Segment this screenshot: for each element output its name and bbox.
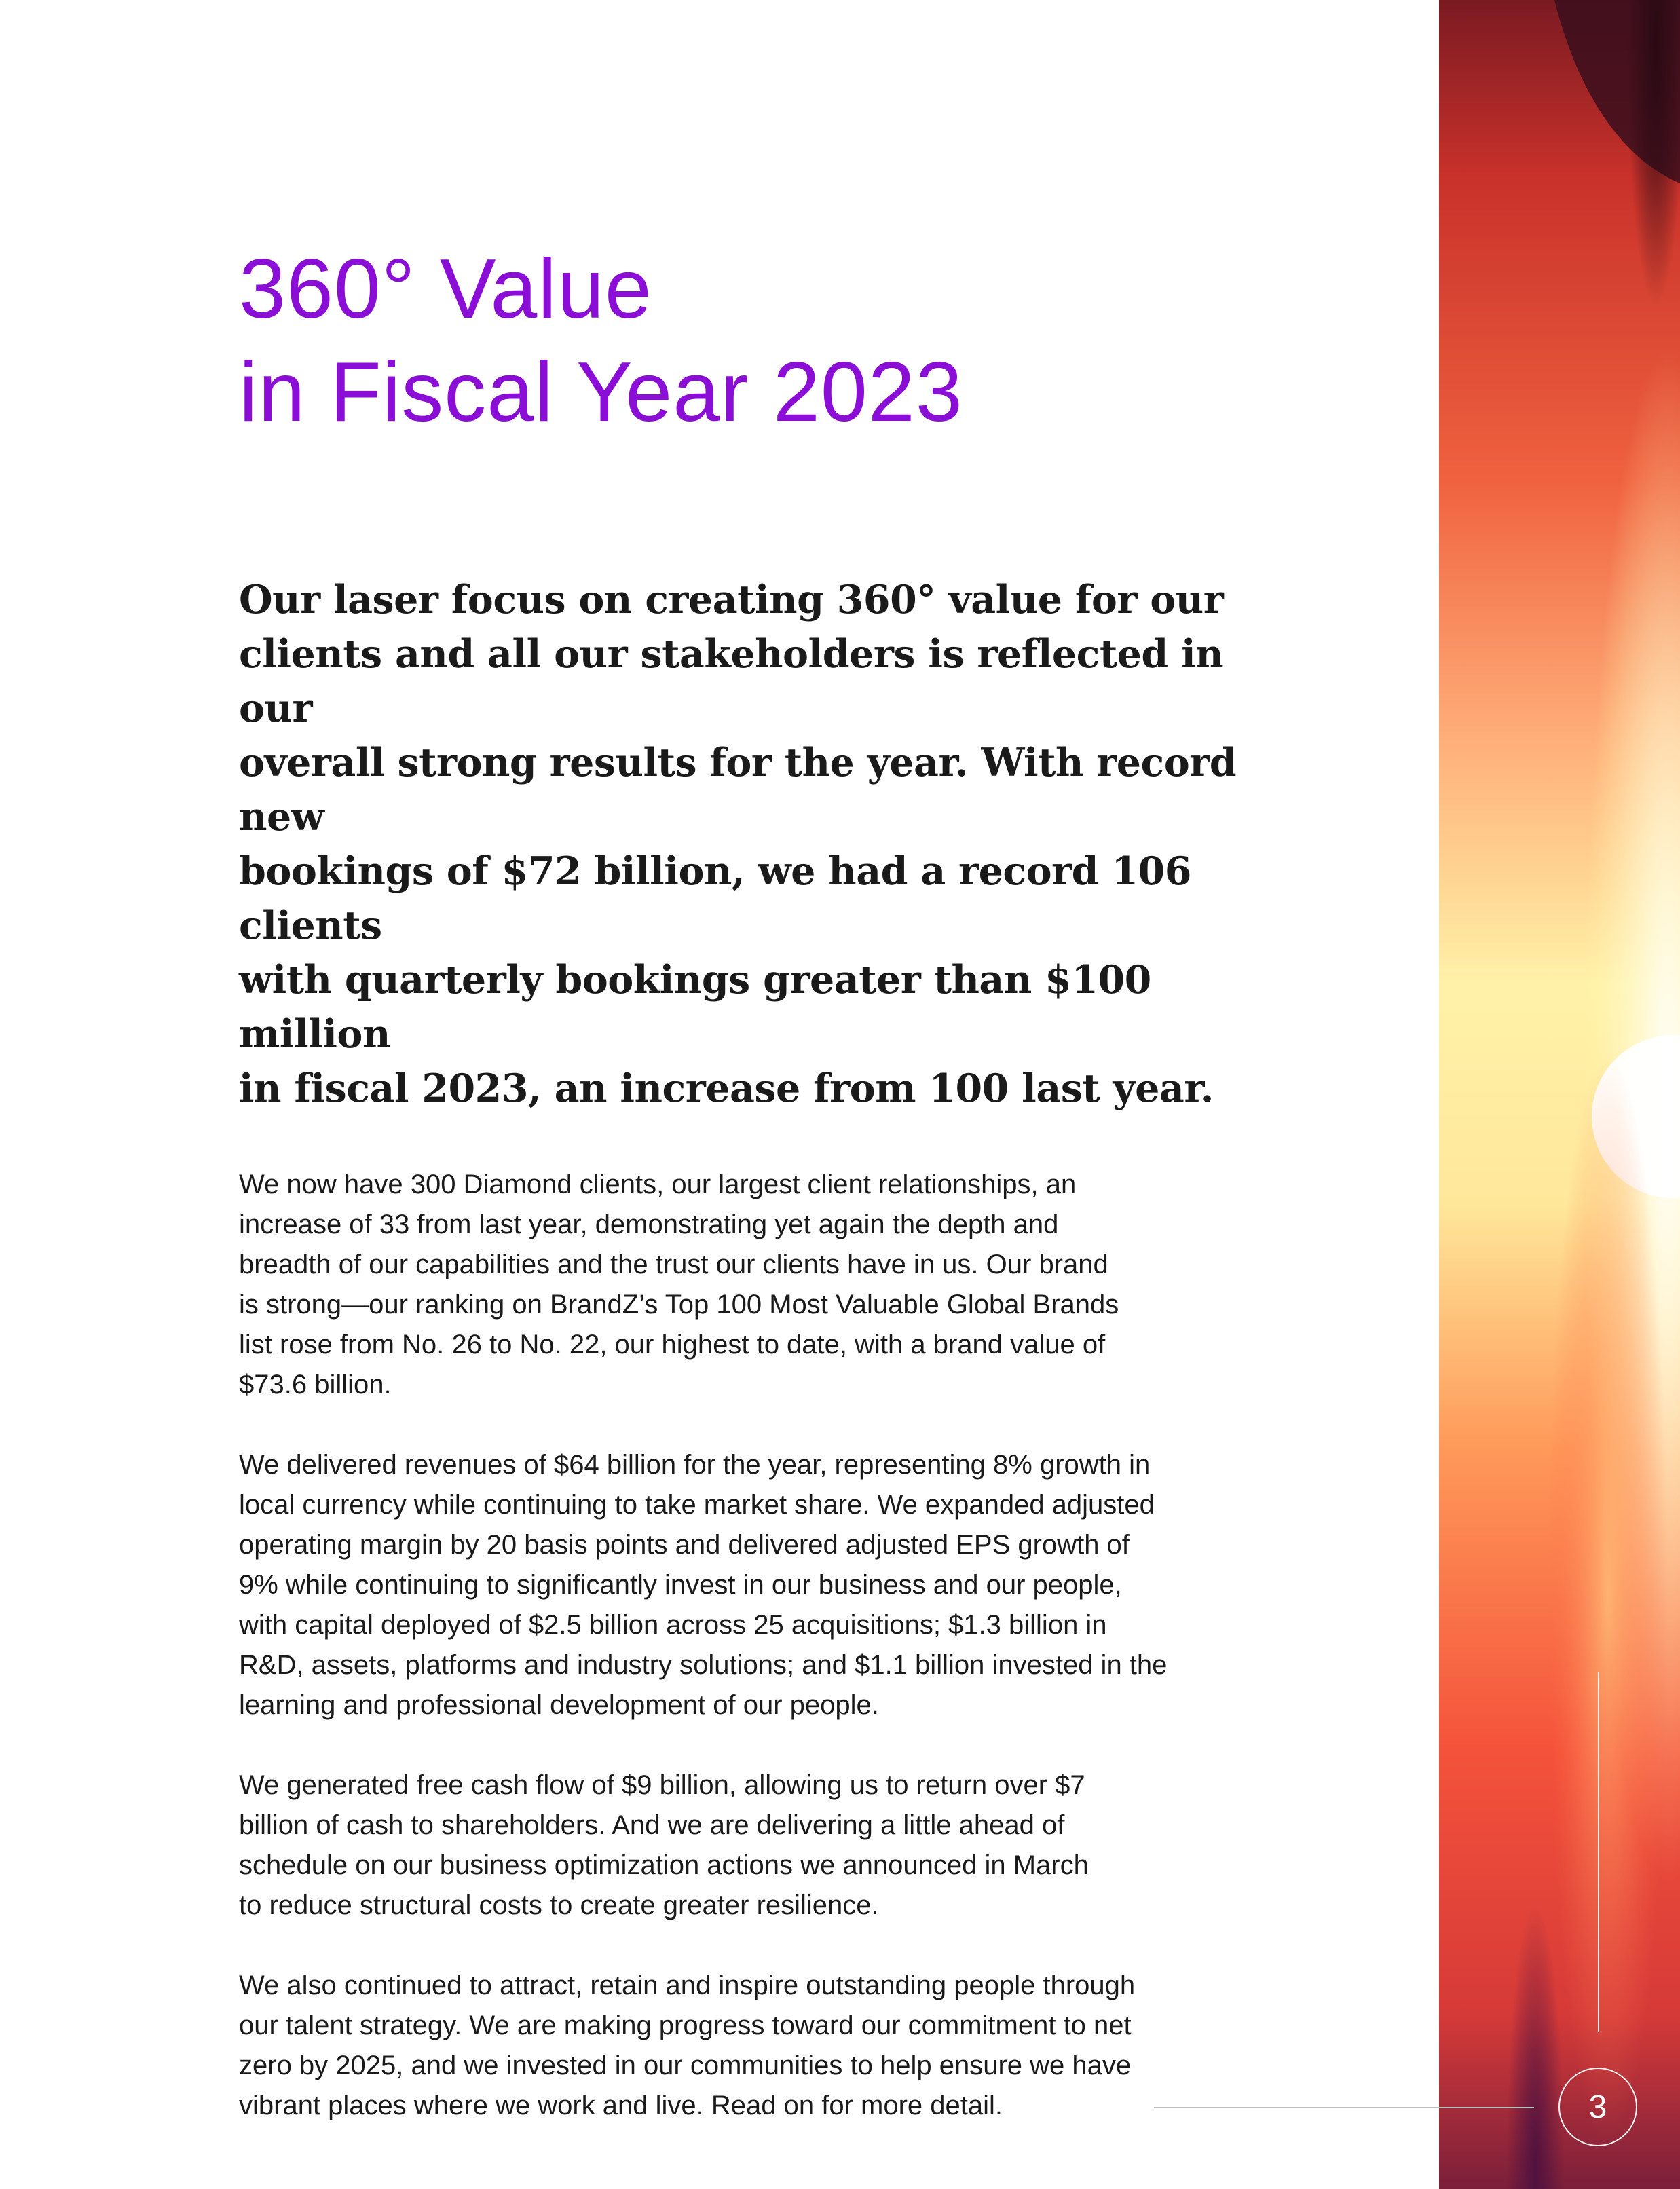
body-line: billion of cash to shareholders. And we …: [239, 1810, 1065, 1840]
body-paragraph-diamond-clients: We now have 300 Diamond clients, our lar…: [239, 1165, 1271, 1405]
lede-line: overall strong results for the year. Wit…: [239, 740, 1237, 840]
title-line: 360° Value: [239, 242, 652, 336]
body-line: increase of 33 from last year, demonstra…: [239, 1210, 1059, 1239]
body-paragraph-cash-flow: We generated free cash flow of $9 billio…: [239, 1765, 1271, 1926]
body-line: We also continued to attract, retain and…: [239, 1970, 1136, 2000]
body-line: We generated free cash flow of $9 billio…: [239, 1770, 1085, 1800]
body-paragraph-people: We also continued to attract, retain and…: [239, 1966, 1271, 2126]
lede-line: Our laser focus on creating 360° value f…: [239, 577, 1224, 622]
body-line: schedule on our business optimization ac…: [239, 1850, 1089, 1880]
abstract-light-image: [1439, 0, 1680, 2189]
lede-line: in fiscal 2023, an increase from 100 las…: [239, 1066, 1214, 1111]
main-content: 360° Value in Fiscal Year 2023 Our laser…: [239, 238, 1271, 2126]
body-line: zero by 2025, and we invested in our com…: [239, 2051, 1132, 2080]
body-line: our talent strategy. We are making progr…: [239, 2010, 1132, 2040]
body-line: vibrant places where we work and live. R…: [239, 2091, 1003, 2120]
body-line: is strong—our ranking on BrandZ’s Top 10…: [239, 1290, 1119, 1320]
body-line: We delivered revenues of $64 billion for…: [239, 1450, 1151, 1480]
body-line: local currency while continuing to take …: [239, 1490, 1155, 1520]
lede-line: clients and all our stakeholders is refl…: [239, 631, 1224, 731]
body-line: learning and professional development of…: [239, 1690, 879, 1720]
horizontal-rule: [1154, 2107, 1534, 2108]
page-title: 360° Value in Fiscal Year 2023: [239, 238, 1271, 444]
body-line: R&D, assets, platforms and industry solu…: [239, 1650, 1168, 1680]
body-line: 9% while continuing to significantly inv…: [239, 1570, 1122, 1600]
title-line: in Fiscal Year 2023: [239, 345, 963, 439]
lede-line: with quarterly bookings greater than $10…: [239, 957, 1151, 1057]
body-line: to reduce structural costs to create gre…: [239, 1890, 879, 1920]
body-line: operating margin by 20 basis points and …: [239, 1530, 1130, 1560]
page-number-badge: 3: [1558, 2068, 1637, 2146]
lede-line: bookings of $72 billion, we had a record…: [239, 848, 1191, 948]
photo-shadow-bottom: [1439, 0, 1680, 2189]
decorative-photo-strip: [1439, 0, 1680, 2189]
report-page: 360° Value in Fiscal Year 2023 Our laser…: [0, 0, 1680, 2189]
body-line: We now have 300 Diamond clients, our lar…: [239, 1170, 1077, 1199]
lede-paragraph: Our laser focus on creating 360° value f…: [239, 573, 1271, 1116]
body-line: with capital deployed of $2.5 billion ac…: [239, 1610, 1107, 1640]
body-line: breadth of our capabilities and the trus…: [239, 1250, 1108, 1279]
vertical-rule: [1598, 1672, 1599, 2032]
body-line: $73.6 billion.: [239, 1370, 392, 1400]
body-line: list rose from No. 26 to No. 22, our hig…: [239, 1330, 1106, 1360]
body-paragraph-revenues: We delivered revenues of $64 billion for…: [239, 1445, 1271, 1725]
